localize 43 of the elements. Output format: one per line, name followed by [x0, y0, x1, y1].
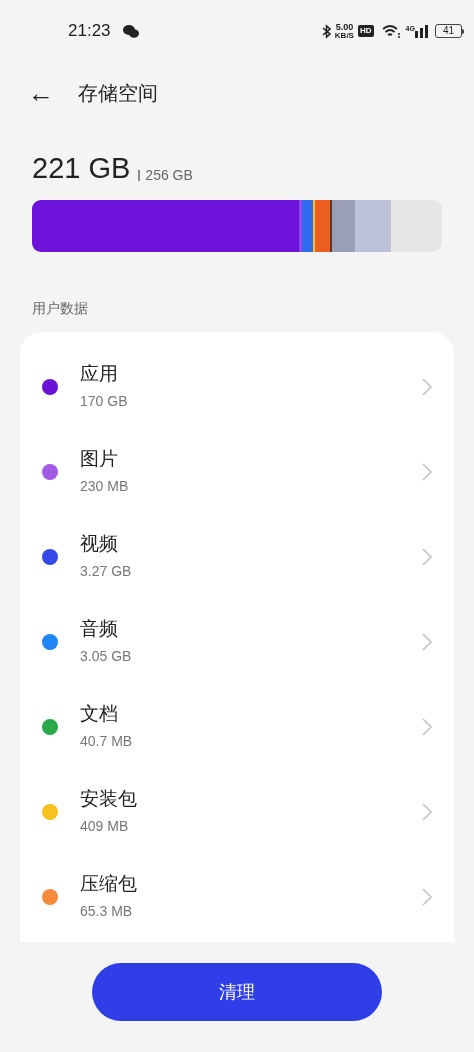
back-button[interactable]: ←: [28, 80, 54, 106]
category-size: 40.7 MB: [80, 732, 134, 751]
category-size: 230 MB: [80, 477, 130, 496]
total-storage: 256 GB: [145, 168, 193, 182]
status-time: 21:23: [68, 20, 111, 43]
category-row[interactable]: 应用 170 GB: [20, 344, 454, 429]
category-row[interactable]: 音频 3.05 GB: [20, 599, 454, 684]
chat-icon: [122, 24, 139, 38]
category-name: 音频: [80, 617, 119, 641]
category-size: 3.05 GB: [80, 647, 133, 666]
category-name: 应用: [80, 362, 119, 386]
category-row[interactable]: 安装包 409 MB: [20, 769, 454, 854]
chevron-icon: [422, 802, 432, 821]
wifi-icon: [380, 24, 401, 38]
clean-button[interactable]: 清理: [92, 963, 382, 1021]
category-row[interactable]: 文档 40.7 MB: [20, 684, 454, 769]
category-row[interactable]: 图片 230 MB: [20, 429, 454, 514]
category-name: 视频: [80, 532, 119, 556]
signal-icon: [414, 24, 429, 38]
category-size: 170 GB: [80, 392, 129, 411]
chevron-icon: [422, 462, 432, 481]
page-title: 存储空间: [78, 81, 158, 106]
chevron-icon: [422, 632, 432, 651]
category-name: 图片: [80, 447, 119, 471]
category-name: 安装包: [80, 787, 138, 811]
category-row[interactable]: 压缩包 65.3 MB: [20, 854, 454, 939]
used-storage: 221 GB: [32, 154, 131, 183]
chevron-icon: [422, 717, 432, 736]
bluetooth-icon: [321, 23, 331, 39]
category-name: 文档: [80, 702, 119, 726]
battery-indicator: 41: [434, 24, 464, 38]
category-size: 3.27 GB: [80, 562, 133, 581]
chevron-icon: [422, 547, 432, 566]
section-title: 用户数据: [31, 299, 89, 318]
chevron-icon: [422, 887, 432, 906]
category-size: 65.3 MB: [80, 902, 134, 921]
category-size: 409 MB: [80, 817, 130, 836]
speed-unit: KB/S: [334, 31, 354, 40]
network-speed: 5.00: [335, 22, 354, 32]
category-row[interactable]: 视频 3.27 GB: [20, 514, 454, 599]
category-name: 压缩包: [80, 872, 138, 896]
hd-badge: HD: [357, 25, 374, 37]
chevron-icon: [422, 377, 432, 396]
